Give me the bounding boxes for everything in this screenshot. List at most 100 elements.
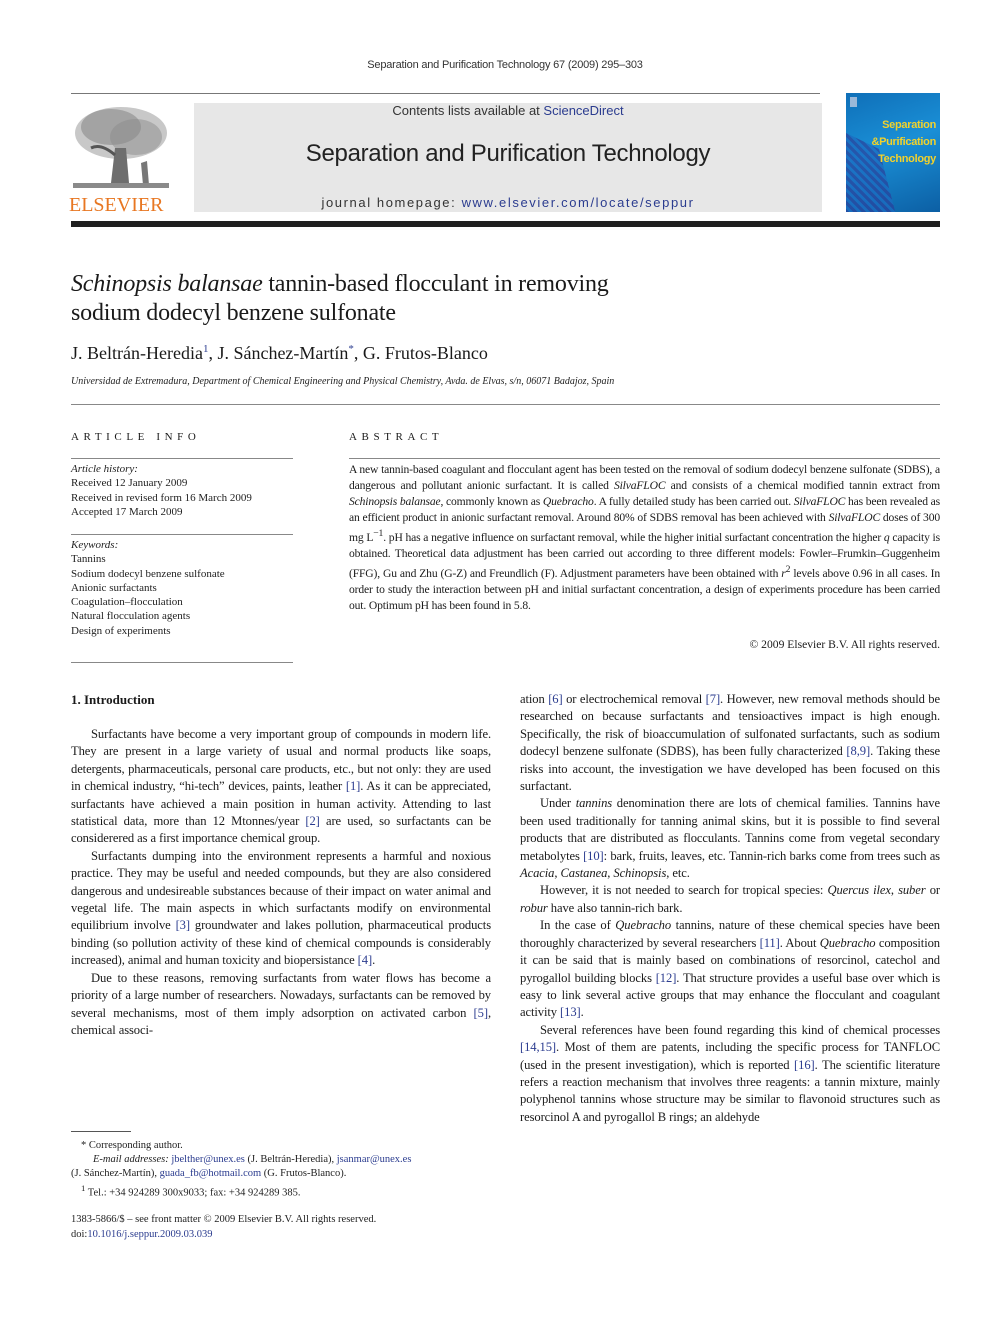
article-title: Schinopsis balansae tannin-based floccul… [71, 270, 771, 328]
title-line1-rest: tannin-based flocculant in removing [262, 271, 609, 297]
doi-link[interactable]: 10.1016/j.seppur.2009.03.039 [87, 1229, 212, 1240]
affiliation-rule [71, 404, 940, 405]
abstract-italic: Schinopsis balansae [349, 495, 441, 508]
paragraph: Several references have been found regar… [520, 1022, 940, 1126]
corresponding-author-note: * Corresponding author. [81, 1140, 183, 1151]
keyword: Anionic surfactants [71, 581, 157, 594]
abstract-text: , commonly known as [440, 495, 543, 508]
citation-link[interactable]: [11] [760, 936, 780, 950]
keyword: Natural flocculation agents [71, 610, 191, 623]
front-matter: 1383-5866/$ – see front matter © 2009 El… [71, 1212, 491, 1242]
elsevier-wordmark: ELSEVIER [69, 194, 164, 216]
article-history: Article history: Received 12 January 200… [71, 462, 296, 519]
email-owner: (J. Beltrán-Heredia), [244, 1154, 337, 1165]
body-text: , [890, 883, 899, 898]
citation-link[interactable]: [5] [474, 1006, 488, 1020]
abstract-copyright: © 2009 Elsevier B.V. All rights reserved… [749, 638, 940, 651]
body-text: have also tannin-rich bark. [547, 900, 683, 915]
keyword: Tannins [71, 553, 106, 566]
article-info-rule [71, 662, 293, 663]
homepage-prefix: journal homepage: [321, 195, 462, 210]
body-italic: suber [898, 883, 926, 898]
body-text: . [372, 953, 376, 968]
issn-line: 1383-5866/$ – see front matter © 2009 El… [71, 1214, 377, 1225]
paragraph: Under tannins denomination there are lot… [520, 795, 940, 882]
history-received: Received 12 January 2009 [71, 477, 188, 490]
doi-prefix: doi: [71, 1229, 88, 1240]
email-link[interactable]: jbelther@unex.es [171, 1154, 245, 1165]
history-label: Article history: [71, 463, 138, 475]
citation-link[interactable]: [6] [548, 692, 562, 706]
citation-link[interactable]: [7] [706, 692, 720, 706]
email-link[interactable]: guada_fb@hotmail.com [160, 1168, 262, 1179]
citation-link[interactable]: [3] [176, 918, 190, 932]
author-footnote-mark[interactable]: 1 [203, 343, 209, 355]
body-text: . [580, 1005, 584, 1020]
body-text: . About [779, 935, 820, 950]
cover-title-line3: Technology [878, 153, 936, 165]
body-text: Due to these reasons, removing surfactan… [71, 970, 491, 1020]
sciencedirect-link[interactable]: ScienceDirect [543, 103, 623, 118]
body-text: : bark, fruits, leaves, etc. Tannin-rich… [603, 848, 940, 863]
affiliation: Universidad de Extremadura, Department o… [71, 376, 615, 387]
author-name[interactable]: J. Sánchez-Martín [217, 343, 348, 363]
citation-link[interactable]: [13] [560, 1005, 581, 1019]
doi-line: doi:10.1016/j.seppur.2009.03.039 [71, 1227, 491, 1242]
citation-link[interactable]: [14,15] [520, 1040, 556, 1054]
abstract-text: and consists of a chemical modified tann… [665, 479, 941, 492]
elsevier-logo[interactable]: ELSEVIER [69, 103, 173, 216]
masthead-thick-rule [71, 221, 940, 227]
citation-link[interactable]: [4] [358, 953, 372, 967]
paragraph: In the case of Quebracho tannins, nature… [520, 917, 940, 1021]
author-name[interactable]: G. Frutos-Blanco [363, 343, 488, 363]
keyword: Design of experiments [71, 624, 171, 637]
keywords: Keywords: Tannins Sodium dodecyl benzene… [71, 538, 296, 638]
body-text: Under [540, 796, 576, 811]
keyword: Sodium dodecyl benzene sulfonate [71, 567, 225, 580]
email-addresses: E-mail addresses: jbelther@unex.es (J. B… [71, 1153, 491, 1167]
email-link[interactable]: jsanmar@unex.es [337, 1154, 412, 1165]
body-text: or [925, 883, 940, 898]
body-text: , etc. [666, 866, 690, 881]
body-italic: tannins [575, 796, 613, 811]
contents-prefix: Contents lists available at [392, 103, 544, 118]
footnotes: * Corresponding author. E-mail addresses… [71, 1139, 491, 1201]
corresponding-author-mark[interactable]: * [348, 343, 354, 355]
abstract-text: . A fully detailed study has been carrie… [593, 495, 794, 508]
citation-link[interactable]: [2] [305, 814, 319, 828]
body-text: In the case of [540, 918, 616, 933]
abstract-italic: SilvaFLOC [613, 479, 666, 492]
cover-title-line1: Separation [882, 119, 936, 131]
abstract-body: A new tannin-based coagulant and floccul… [349, 462, 940, 614]
body-italic: Quebracho [615, 918, 672, 933]
paragraph: ation [6] or electrochemical removal [7]… [520, 691, 940, 795]
citation-link[interactable]: [10] [583, 849, 604, 863]
journal-homepage-link[interactable]: www.elsevier.com/locate/seppur [462, 195, 695, 210]
running-head: Separation and Purification Technology 6… [367, 59, 643, 71]
telephone-note: 1 Tel.: +34 924289 300x9033; fax: +34 92… [71, 1181, 491, 1201]
cover-title-line2: &Purification [871, 136, 936, 148]
abstract-rule [349, 458, 940, 459]
citation-link[interactable]: [8,9] [846, 744, 870, 758]
author-name[interactable]: J. Beltrán-Heredia [71, 343, 203, 363]
citation-link[interactable]: [16] [794, 1058, 815, 1072]
body-column-right: ation [6] or electrochemical removal [7]… [520, 691, 940, 1126]
keywords-label: Keywords: [71, 539, 119, 551]
body-text: However, it is not needed to search for … [540, 883, 828, 898]
paragraph: Due to these reasons, removing surfactan… [71, 970, 491, 1040]
body-italic: robur [520, 900, 548, 915]
elsevier-tree-icon [73, 107, 169, 188]
email-addresses-cont: (J. Sánchez-Martín), guada_fb@hotmail.co… [71, 1167, 491, 1181]
journal-cover-thumbnail[interactable]: Separation &Purification Technology [846, 93, 940, 212]
body-italic: Schinopsis [613, 866, 667, 881]
keyword: Coagulation–flocculation [71, 596, 183, 609]
telephone-text: Tel.: +34 924289 300x9033; fax: +34 9242… [85, 1187, 301, 1199]
citation-link[interactable]: [1] [346, 779, 360, 793]
cover-elsevier-mark [850, 97, 857, 107]
citation-link[interactable]: [12] [656, 971, 677, 985]
article-info-rule [71, 458, 293, 459]
abstract-text: . pH has a negative influence on surfact… [383, 530, 884, 544]
paragraph: Surfactants have become a very important… [71, 726, 491, 848]
article-info-rule [71, 534, 293, 535]
contents-line: Contents lists available at ScienceDirec… [194, 103, 822, 118]
